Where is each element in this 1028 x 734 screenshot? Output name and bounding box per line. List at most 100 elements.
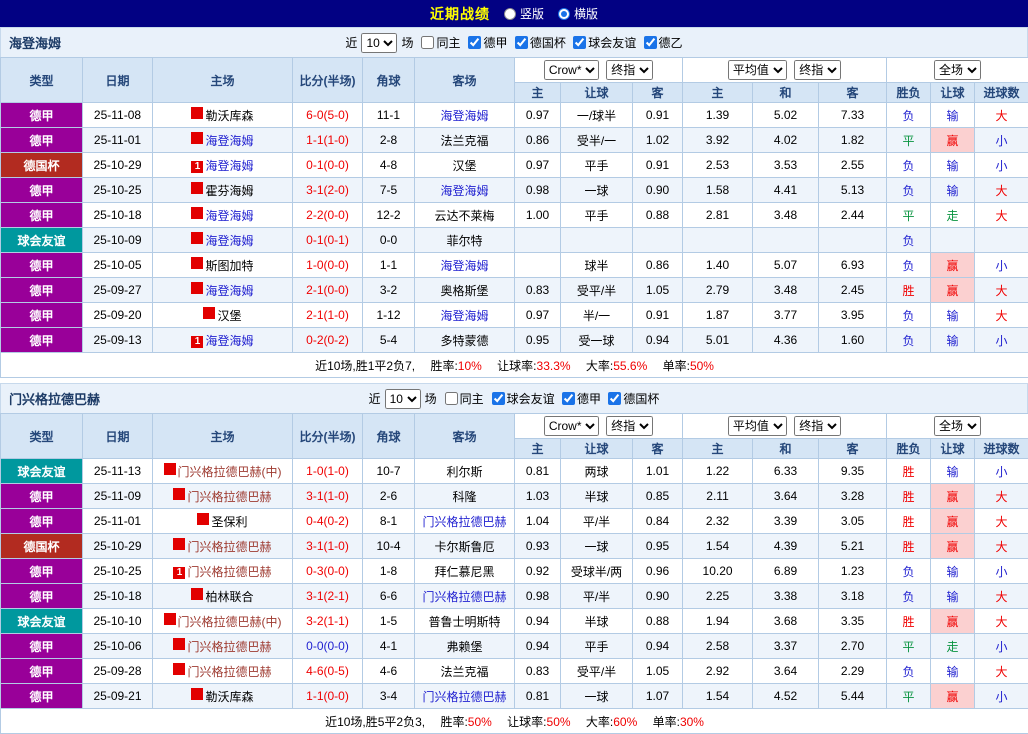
home-team-name: 斯图加特 xyxy=(205,259,253,273)
result-goals: 小 xyxy=(975,253,1028,278)
same-home-input[interactable] xyxy=(445,392,458,405)
radio-horizontal-icon[interactable] xyxy=(558,8,570,20)
league-filter-checkbox[interactable]: 球会友谊 xyxy=(488,390,555,407)
odds-stage-select[interactable]: 终指 xyxy=(606,60,653,80)
corner-count: 10-4 xyxy=(363,534,415,559)
match-date: 25-09-20 xyxy=(83,303,153,328)
result-win-draw-loss: 负 xyxy=(887,178,931,203)
avg-draw-odds: 3.53 xyxy=(753,153,819,178)
match-row: 德甲 25-10-18 海登海姆 2-2(0-0) 12-2 云达不莱梅 1.0… xyxy=(1,203,1028,228)
recent-matches-table: 类型 日期 主场 比分(半场) 角球 客场 Crow* 终指 平均值 终指 全场 xyxy=(0,57,1028,378)
avg-stage-select[interactable]: 终指 xyxy=(794,416,841,436)
result-handicap: 输 xyxy=(931,328,975,353)
away-team-cell: 海登海姆 xyxy=(415,103,515,128)
home-team-name: 柏林联合 xyxy=(205,590,253,604)
league-filter-checkbox[interactable]: 德甲 xyxy=(464,34,507,51)
league-checkbox-input[interactable] xyxy=(644,36,657,49)
corner-count: 5-4 xyxy=(363,328,415,353)
layout-radio-vertical[interactable]: 竖版 xyxy=(504,5,544,22)
avg-home-odds: 2.25 xyxy=(683,584,753,609)
league-filter-checkbox[interactable]: 德甲 xyxy=(558,390,601,407)
match-row: 球会友谊 25-11-13 门兴格拉德巴赫(中) 1-0(1-0) 10-7 利… xyxy=(1,459,1028,484)
home-team-cell: 门兴格拉德巴赫 xyxy=(153,634,293,659)
avg-away-odds: 3.18 xyxy=(819,584,887,609)
odds-home-value: 0.98 xyxy=(515,178,561,203)
league-checkbox-input[interactable] xyxy=(468,36,481,49)
match-count-select[interactable]: 10 xyxy=(361,33,397,53)
odds-stage-select[interactable]: 终指 xyxy=(606,416,653,436)
odds-handicap-value: 平/半 xyxy=(561,584,633,609)
home-team-cell: 1海登海姆 xyxy=(153,153,293,178)
result-handicap: 输 xyxy=(931,559,975,584)
col-result-wdl: 胜负 xyxy=(887,439,931,459)
col-avg-away: 客 xyxy=(819,439,887,459)
odds-handicap-value: 受平/半 xyxy=(561,278,633,303)
corner-count: 1-8 xyxy=(363,559,415,584)
odds-home-value: 0.83 xyxy=(515,659,561,684)
summary-row: 近10场,胜1平2负7, 胜率:10% 让球率:33.3% 大率:55.6% 单… xyxy=(1,353,1028,378)
fulltime-select[interactable]: 全场 xyxy=(934,416,981,436)
same-home-input[interactable] xyxy=(421,36,434,49)
league-filter-checkbox[interactable]: 德国杯 xyxy=(511,34,566,51)
odds-home-value: 0.86 xyxy=(515,128,561,153)
away-team-name: 利尔斯 xyxy=(446,465,482,479)
league-checkbox-label: 德甲 xyxy=(483,34,507,51)
section-header-bar: 海登海姆 近 10 场 同主 德甲 德国杯 球会友谊 德乙 xyxy=(0,27,1028,57)
avg-home-odds: 1.58 xyxy=(683,178,753,203)
home-team-cell: 1海登海姆 xyxy=(153,328,293,353)
home-team-name: 勒沃库森 xyxy=(205,109,253,123)
layout-radio-horizontal[interactable]: 横版 xyxy=(558,5,598,22)
col-type: 类型 xyxy=(1,414,83,459)
score-cell: 3-1(1-0) xyxy=(293,534,363,559)
match-count-select[interactable]: 10 xyxy=(385,389,421,409)
league-checkbox-input[interactable] xyxy=(573,36,586,49)
league-checkbox-input[interactable] xyxy=(608,392,621,405)
corner-count: 1-1 xyxy=(363,253,415,278)
avg-select[interactable]: 平均值 xyxy=(728,60,787,80)
league-filter-group: 球会友谊 德甲 德国杯 xyxy=(488,390,660,408)
same-home-checkbox[interactable]: 同主 xyxy=(441,390,484,407)
away-team-name: 拜仁慕尼黑 xyxy=(434,565,494,579)
away-team-cell: 奥格斯堡 xyxy=(415,278,515,303)
match-date: 25-10-25 xyxy=(83,178,153,203)
bookmaker-select[interactable]: Crow* xyxy=(544,60,599,80)
league-checkbox-input[interactable] xyxy=(492,392,505,405)
odds-handicap-value: 半球 xyxy=(561,484,633,509)
odds-handicap-value: 一球 xyxy=(561,178,633,203)
avg-select[interactable]: 平均值 xyxy=(728,416,787,436)
match-date: 25-11-08 xyxy=(83,103,153,128)
avg-stage-select[interactable]: 终指 xyxy=(794,60,841,80)
near-label: 近 xyxy=(369,390,381,407)
odds-away-value: 0.88 xyxy=(633,203,683,228)
league-checkbox-input[interactable] xyxy=(562,392,575,405)
same-home-checkbox[interactable]: 同主 xyxy=(417,34,460,51)
fulltime-select[interactable]: 全场 xyxy=(934,60,981,80)
marker-1-badge xyxy=(191,182,203,194)
score-cell: 2-1(1-0) xyxy=(293,303,363,328)
league-filter-checkbox[interactable]: 球会友谊 xyxy=(569,34,636,51)
odd-rate-label: 单率: xyxy=(663,359,690,373)
match-row: 德甲 25-11-01 海登海姆 1-1(1-0) 2-8 法兰克福 0.86 … xyxy=(1,128,1028,153)
league-filter-checkbox[interactable]: 德国杯 xyxy=(604,390,659,407)
over-rate-value: 55.6% xyxy=(613,359,647,373)
score-cell: 1-0(1-0) xyxy=(293,459,363,484)
league-checkbox-label: 德国杯 xyxy=(530,34,566,51)
odds-home-value xyxy=(515,228,561,253)
radio-vertical-label: 竖版 xyxy=(520,5,544,22)
away-team-name: 门兴格拉德巴赫 xyxy=(422,515,506,529)
score-cell: 1-1(1-0) xyxy=(293,128,363,153)
result-handicap: 赢 xyxy=(931,253,975,278)
bookmaker-select[interactable]: Crow* xyxy=(544,416,599,436)
odds-home-value: 0.97 xyxy=(515,153,561,178)
league-checkbox-input[interactable] xyxy=(515,36,528,49)
odds-away-value: 0.84 xyxy=(633,509,683,534)
col-result-goals: 进球数 xyxy=(975,439,1028,459)
section-header-bar: 门兴格拉德巴赫 近 10 场 同主 球会友谊 德甲 德国杯 xyxy=(0,383,1028,413)
marker-1-badge xyxy=(173,488,185,500)
odds-away-value: 0.91 xyxy=(633,103,683,128)
match-date: 25-10-06 xyxy=(83,634,153,659)
radio-vertical-icon[interactable] xyxy=(504,8,516,20)
result-handicap: 输 xyxy=(931,659,975,684)
league-filter-checkbox[interactable]: 德乙 xyxy=(640,34,683,51)
away-team-cell: 弗赖堡 xyxy=(415,634,515,659)
